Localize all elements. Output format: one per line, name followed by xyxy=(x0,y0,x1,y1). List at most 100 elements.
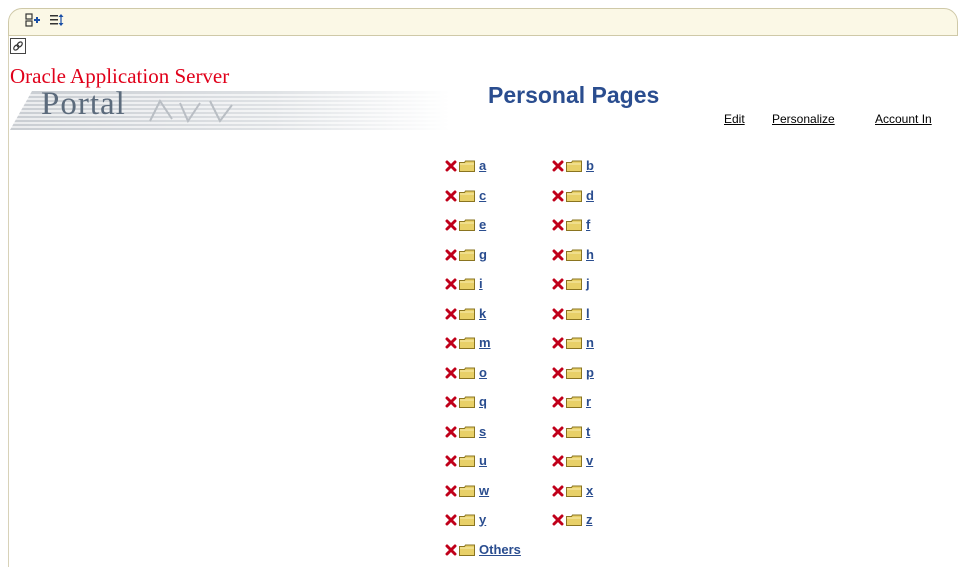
folder-entry: t xyxy=(552,424,590,439)
delete-icon[interactable] xyxy=(552,425,564,438)
delete-icon[interactable] xyxy=(445,454,457,467)
folder-list-item: y xyxy=(445,510,486,528)
folder-list-item: r xyxy=(552,392,591,410)
delete-icon[interactable] xyxy=(552,336,564,349)
delete-icon[interactable] xyxy=(445,513,457,526)
portal-brand-text: Portal xyxy=(41,86,126,122)
folder-link[interactable]: g xyxy=(479,247,487,262)
folder-icon xyxy=(459,307,475,320)
delete-icon[interactable] xyxy=(552,484,564,497)
personalize-link[interactable]: Personalize xyxy=(772,112,835,126)
folder-entry: u xyxy=(445,453,487,468)
folder-link[interactable]: m xyxy=(479,335,491,350)
folder-icon xyxy=(459,336,475,349)
folder-link[interactable]: y xyxy=(479,512,486,527)
folder-entry: Others xyxy=(445,542,521,557)
folder-link[interactable]: o xyxy=(479,365,487,380)
toolbar-icons xyxy=(25,12,65,28)
folder-link[interactable]: t xyxy=(586,424,590,439)
folder-link[interactable]: h xyxy=(586,247,594,262)
delete-icon[interactable] xyxy=(445,248,457,261)
folder-list-item: j xyxy=(552,274,590,292)
folder-entry: w xyxy=(445,483,489,498)
folder-link[interactable]: n xyxy=(586,335,594,350)
folder-entry: m xyxy=(445,335,491,350)
folder-link[interactable]: u xyxy=(479,453,487,468)
folder-icon xyxy=(566,395,582,408)
folder-link[interactable]: a xyxy=(479,158,486,173)
folder-list-item: Others xyxy=(445,540,521,558)
folder-icon xyxy=(566,484,582,497)
delete-icon[interactable] xyxy=(552,159,564,172)
folder-link[interactable]: v xyxy=(586,453,593,468)
delete-icon[interactable] xyxy=(552,513,564,526)
folder-list-item: f xyxy=(552,215,590,233)
folder-entry: c xyxy=(445,188,486,203)
folder-entry: e xyxy=(445,217,486,232)
folder-link[interactable]: d xyxy=(586,188,594,203)
reorder-icon[interactable] xyxy=(49,12,65,28)
folder-entry: d xyxy=(552,188,594,203)
delete-icon[interactable] xyxy=(445,307,457,320)
folder-icon xyxy=(459,513,475,526)
folder-link[interactable]: c xyxy=(479,188,486,203)
folder-link[interactable]: b xyxy=(586,158,594,173)
folder-list-item: m xyxy=(445,333,491,351)
edit-link[interactable]: Edit xyxy=(724,112,745,126)
delete-icon[interactable] xyxy=(445,425,457,438)
delete-icon[interactable] xyxy=(552,248,564,261)
folder-entry: k xyxy=(445,306,486,321)
account-info-link[interactable]: Account In xyxy=(875,112,932,126)
oracle-brand-text: Oracle Application Server xyxy=(10,64,230,88)
folder-list-item: i xyxy=(445,274,483,292)
folder-link[interactable]: e xyxy=(479,217,486,232)
delete-icon[interactable] xyxy=(445,218,457,231)
delete-icon[interactable] xyxy=(445,484,457,497)
folder-icon xyxy=(566,248,582,261)
folder-entry: l xyxy=(552,306,590,321)
delete-icon[interactable] xyxy=(445,366,457,379)
folder-list-item: p xyxy=(552,363,594,381)
folder-icon xyxy=(566,218,582,231)
delete-icon[interactable] xyxy=(552,395,564,408)
folder-link[interactable]: q xyxy=(479,394,487,409)
folder-link[interactable]: l xyxy=(586,306,590,321)
delete-icon[interactable] xyxy=(445,159,457,172)
delete-icon[interactable] xyxy=(552,307,564,320)
folder-entry: r xyxy=(552,394,591,409)
folder-link[interactable]: z xyxy=(586,512,593,527)
folder-link[interactable]: w xyxy=(479,483,489,498)
delete-icon[interactable] xyxy=(552,454,564,467)
folder-icon xyxy=(459,425,475,438)
folder-link[interactable]: f xyxy=(586,217,590,232)
folder-link[interactable]: p xyxy=(586,365,594,380)
delete-icon[interactable] xyxy=(445,189,457,202)
folder-icon xyxy=(459,248,475,261)
folder-entry: v xyxy=(552,453,593,468)
folder-link[interactable]: j xyxy=(586,276,590,291)
folder-link[interactable]: s xyxy=(479,424,486,439)
delete-icon[interactable] xyxy=(445,543,457,556)
delete-icon[interactable] xyxy=(445,395,457,408)
delete-icon[interactable] xyxy=(552,218,564,231)
add-portlet-icon[interactable] xyxy=(25,12,41,28)
link-icon[interactable] xyxy=(10,38,26,54)
delete-icon[interactable] xyxy=(552,277,564,290)
folder-entry: z xyxy=(552,512,593,527)
folder-list-item: k xyxy=(445,304,486,322)
delete-icon[interactable] xyxy=(552,366,564,379)
folder-link[interactable]: x xyxy=(586,483,593,498)
folder-link[interactable]: Others xyxy=(479,542,521,557)
delete-icon[interactable] xyxy=(552,189,564,202)
folder-entry: a xyxy=(445,158,486,173)
folder-link[interactable]: i xyxy=(479,276,483,291)
folder-icon xyxy=(459,189,475,202)
folder-icon xyxy=(459,454,475,467)
folder-link[interactable]: k xyxy=(479,306,486,321)
folder-link[interactable]: r xyxy=(586,394,591,409)
folder-icon xyxy=(566,366,582,379)
folder-icon xyxy=(566,425,582,438)
folder-entry: j xyxy=(552,276,590,291)
delete-icon[interactable] xyxy=(445,336,457,349)
delete-icon[interactable] xyxy=(445,277,457,290)
